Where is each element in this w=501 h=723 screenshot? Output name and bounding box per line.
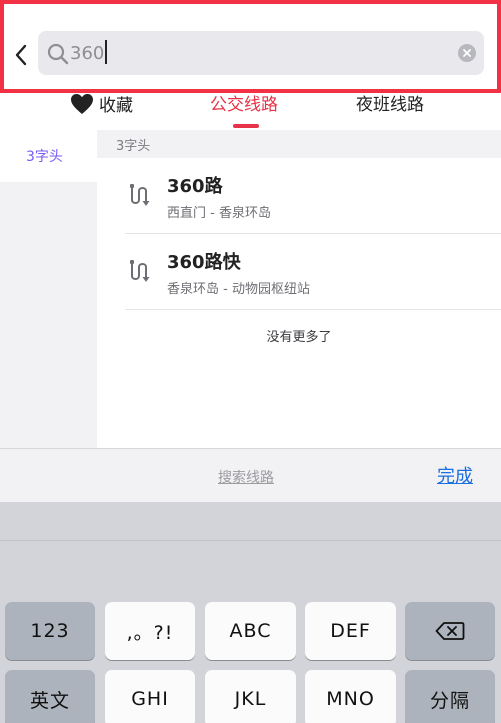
route-list: 360路 西直门 - 香泉环岛 360路快 香泉环岛 - 动物园枢纽站 没有更多… [97,158,501,448]
sidebar-item-label: 3字头 [26,149,63,165]
key-def[interactable]: DEF [305,602,396,660]
search-icon [47,43,69,65]
route-icon [130,184,150,206]
results-panel: 3字头 360路 西直门 - 香泉环岛 360路快 香泉环岛 - 动物园枢纽站 … [97,130,501,448]
search-route-button[interactable]: 搜索线路 [218,467,274,487]
bus-search-screen: 360 收藏 公交线路 夜班线路 3字头 3字头 360路 西直门 - 香泉环岛… [0,0,501,723]
done-button[interactable]: 完成 [437,462,473,488]
key-abc[interactable]: ABC [205,602,296,660]
key-jkl[interactable]: JKL [205,670,296,723]
keyboard: 123 ,。?! ABC DEF 英文 GHI JKL MNO 分隔 [0,502,501,723]
route-name: 360路 [167,176,223,197]
key-english[interactable]: 英文 [5,670,95,723]
search-header: 360 [0,0,501,93]
text-caret [105,40,108,64]
end-of-list-text: 没有更多了 [266,330,332,345]
key-delete[interactable] [405,602,495,660]
group-header: 3字头 [116,139,151,154]
key-punctuation[interactable]: ,。?! [105,602,195,660]
heart-icon [71,94,93,114]
key-separator[interactable]: 分隔 [405,670,495,723]
key-123[interactable]: 123 [5,602,95,660]
chevron-left-icon[interactable] [12,42,30,68]
sidebar-item-3-prefix[interactable]: 3字头 [0,130,97,182]
tab-favorites[interactable]: 收藏 [70,93,133,130]
tab-night-lines[interactable]: 夜班线路 [356,93,424,130]
search-input[interactable]: 360 [38,31,484,75]
divider [125,309,501,310]
route-name: 360路快 [167,252,241,273]
key-ghi[interactable]: GHI [105,670,195,723]
tab-favorites-label: 收藏 [99,96,133,116]
route-stops: 香泉环岛 - 动物园枢纽站 [167,282,310,297]
active-tab-indicator [233,124,259,128]
route-stops: 西直门 - 香泉环岛 [167,206,271,221]
tab-bar: 收藏 公交线路 夜班线路 [0,93,501,130]
clear-icon[interactable] [458,44,476,62]
keyboard-accessory-bar: 搜索线路 完成 [0,448,501,502]
route-item[interactable]: 360路 西直门 - 香泉环岛 [97,158,501,234]
search-input-value: 360 [70,40,108,67]
keyboard-candidate-divider [0,540,501,541]
route-item[interactable]: 360路快 香泉环岛 - 动物园枢纽站 [97,234,501,310]
backspace-icon [435,622,465,640]
key-mno[interactable]: MNO [305,670,396,723]
route-icon [130,260,150,282]
index-sidebar: 3字头 [0,130,97,448]
